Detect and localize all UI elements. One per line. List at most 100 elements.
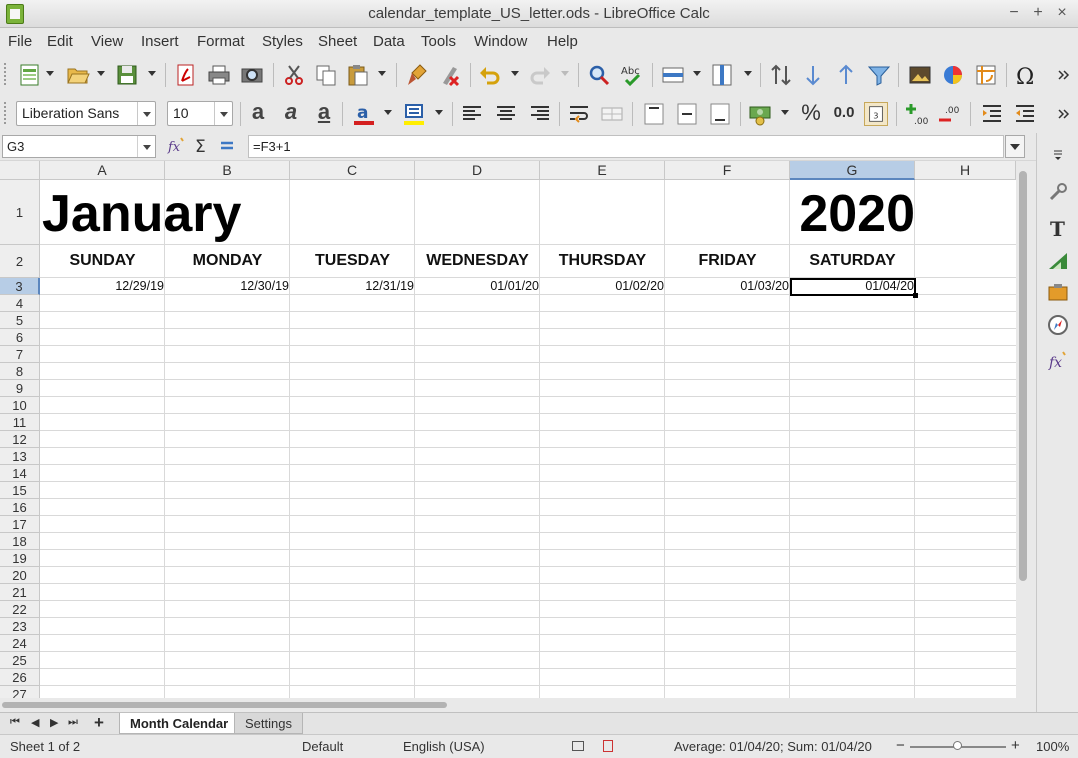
date-cell[interactable]: 12/29/19 [40, 278, 165, 295]
column-header[interactable]: C [290, 161, 415, 180]
new-dropdown-arrow[interactable] [46, 71, 54, 76]
increase-indent-icon[interactable] [980, 102, 1004, 126]
column-header[interactable]: D [415, 161, 540, 180]
align-bottom-icon[interactable] [708, 102, 732, 126]
row-header[interactable]: 26 [0, 669, 40, 686]
year-title-cell[interactable]: 2020 [790, 181, 915, 244]
menu-help[interactable]: Help [547, 33, 578, 50]
undo-icon[interactable] [478, 63, 502, 87]
clone-formatting-icon[interactable] [406, 63, 430, 87]
export-pdf-icon[interactable] [174, 63, 198, 87]
date-cell[interactable]: 12/30/19 [165, 278, 290, 295]
special-character-icon[interactable]: Ω [1014, 63, 1038, 87]
row-header[interactable]: 15 [0, 482, 40, 499]
save-dropdown-arrow[interactable] [148, 71, 156, 76]
row-header[interactable]: 18 [0, 533, 40, 550]
previous-sheet-button[interactable]: ◀ [31, 716, 39, 729]
row-header[interactable]: 21 [0, 584, 40, 601]
language-status[interactable]: English (USA) [403, 739, 485, 754]
save-icon[interactable] [115, 63, 139, 87]
number-format-button[interactable]: 0.0 [829, 102, 859, 126]
menu-styles[interactable]: Styles [262, 33, 303, 50]
name-box[interactable]: G3 [2, 135, 156, 158]
scrollbar-thumb[interactable] [1019, 171, 1027, 581]
row-header[interactable]: 7 [0, 346, 40, 363]
expand-formula-bar-button[interactable] [1005, 135, 1025, 158]
gallery-icon[interactable] [1047, 249, 1069, 271]
paste-icon[interactable] [346, 63, 370, 87]
sort-descending-icon[interactable] [834, 63, 858, 87]
menu-format[interactable]: Format [197, 33, 245, 50]
row-header[interactable]: 1 [0, 180, 40, 245]
menu-insert[interactable]: Insert [141, 33, 179, 50]
row-header[interactable]: 2 [0, 245, 40, 278]
weekday-header-cell[interactable]: SUNDAY [40, 245, 165, 277]
weekday-header-cell[interactable]: WEDNESDAY [415, 245, 540, 277]
sort-ascending-icon[interactable] [801, 63, 825, 87]
font-name-combo[interactable]: Liberation Sans [16, 101, 156, 126]
add-decimal-icon[interactable]: .00 [904, 102, 928, 126]
currency-format-icon[interactable] [748, 102, 772, 126]
open-dropdown-arrow[interactable] [97, 71, 105, 76]
column-icon[interactable] [710, 63, 734, 87]
selection-summary[interactable]: Average: 01/04/20; Sum: 01/04/20 [674, 739, 872, 754]
row-dropdown-arrow[interactable] [693, 71, 701, 76]
column-header[interactable]: A [40, 161, 165, 180]
menu-file[interactable]: File [8, 33, 32, 50]
menu-view[interactable]: View [91, 33, 123, 50]
chart-icon[interactable] [941, 63, 965, 87]
print-preview-icon[interactable] [240, 63, 264, 87]
first-sheet-button[interactable]: ⏮ [10, 716, 20, 729]
row-header[interactable]: 5 [0, 312, 40, 329]
align-top-icon[interactable] [642, 102, 666, 126]
font-size-combo[interactable]: 10 [167, 101, 233, 126]
align-left-icon[interactable] [460, 102, 484, 126]
font-color-icon[interactable]: a [352, 102, 376, 126]
menu-data[interactable]: Data [373, 33, 405, 50]
formula-icon[interactable] [218, 136, 236, 156]
menu-window[interactable]: Window [474, 33, 527, 50]
column-header-selected[interactable]: G [790, 161, 915, 180]
merge-cells-icon[interactable] [600, 102, 624, 126]
selection-mode-icon[interactable] [572, 741, 584, 751]
sort-icon[interactable] [769, 63, 793, 87]
column-header[interactable]: F [665, 161, 790, 180]
new-spreadsheet-icon[interactable] [18, 63, 42, 87]
row-header[interactable]: 19 [0, 550, 40, 567]
highlight-color-icon[interactable] [402, 102, 426, 126]
maximize-button[interactable]: + [1028, 3, 1048, 23]
pivot-table-icon[interactable] [974, 63, 998, 87]
cell-cursor[interactable] [790, 278, 918, 298]
zoom-slider-handle[interactable] [953, 741, 962, 750]
row-header[interactable]: 6 [0, 329, 40, 346]
functions-icon[interactable]: fx [1047, 349, 1069, 371]
column-header[interactable]: E [540, 161, 665, 180]
spreadsheet-grid[interactable]: A B C D E F G H 1 2 3 4 5 6 7 8 9 10 11 12 13 14 15 16 1… [0, 161, 1016, 698]
last-sheet-button[interactable]: ⏭ [68, 716, 78, 729]
weekday-header-cell[interactable]: MONDAY [165, 245, 290, 277]
autofilter-icon[interactable] [867, 63, 891, 87]
currency-dropdown-arrow[interactable] [781, 110, 789, 115]
column-dropdown-arrow[interactable] [744, 71, 752, 76]
vertical-scrollbar[interactable] [1016, 161, 1036, 698]
row-header[interactable]: 14 [0, 465, 40, 482]
month-title-cell[interactable]: January [42, 181, 415, 244]
date-cell[interactable]: 12/31/19 [290, 278, 415, 295]
horizontal-scrollbar[interactable] [0, 698, 1036, 712]
weekday-header-cell[interactable]: THURSDAY [540, 245, 665, 277]
align-right-icon[interactable] [528, 102, 552, 126]
sheet-tab-month-calendar[interactable]: Month Calendar [119, 713, 240, 734]
highlight-dropdown-arrow[interactable] [435, 110, 443, 115]
chevron-down-icon[interactable] [137, 136, 155, 157]
font-color-dropdown-arrow[interactable] [384, 110, 392, 115]
decrease-indent-icon[interactable] [1013, 102, 1037, 126]
delete-decimal-icon[interactable]: .00 [937, 102, 961, 126]
next-sheet-button[interactable]: ▶ [50, 716, 58, 729]
redo-icon[interactable] [528, 63, 552, 87]
page-style[interactable]: Default [302, 739, 343, 754]
date-cell[interactable]: 01/01/20 [415, 278, 540, 295]
center-vertically-icon[interactable] [675, 102, 699, 126]
weekday-header-cell[interactable]: SATURDAY [790, 245, 915, 277]
minimize-button[interactable]: − [1004, 3, 1024, 23]
image-icon[interactable] [908, 63, 932, 87]
